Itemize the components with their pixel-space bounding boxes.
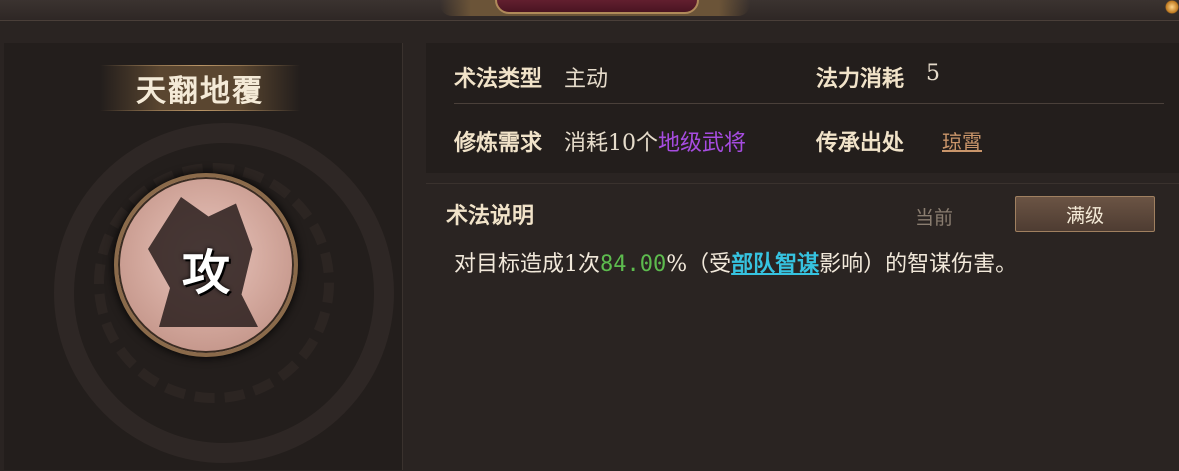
- skill-emblem-icon: 攻: [114, 173, 298, 357]
- origin-label: 传承出处: [816, 130, 905, 156]
- skill-info-panel: 术法类型 主动 法力消耗 5 修炼需求 消耗10个地级武将 传承出处 琼霄: [426, 43, 1179, 173]
- desc-part1: 对目标造成1次: [454, 252, 600, 277]
- type-label: 术法类型: [454, 66, 543, 92]
- description-panel: 术法说明 当前 满级 对目标造成1次84.00%（受部队智谋影响）的智谋伤害。: [426, 183, 1179, 471]
- tab-max-level[interactable]: 满级: [1015, 196, 1155, 232]
- train-label: 修炼需求: [454, 130, 543, 156]
- train-value-prefix: 消耗10个: [564, 131, 658, 156]
- tab-current[interactable]: 当前: [896, 198, 972, 234]
- cost-value: 5: [926, 61, 940, 86]
- info-row-train-origin: 修炼需求 消耗10个地级武将 传承出处 琼霄: [454, 107, 1164, 167]
- type-value: 主动: [564, 67, 609, 92]
- info-row-type-cost: 术法类型 主动 法力消耗 5: [454, 43, 1164, 104]
- skill-name: 天翻地覆: [136, 74, 264, 109]
- origin-link[interactable]: 琼霄: [942, 126, 982, 155]
- train-value: 消耗10个地级武将: [564, 125, 746, 157]
- desc-part3: 影响）的智谋伤害。: [819, 252, 1018, 277]
- skill-portrait-panel: 天翻地覆 攻: [4, 43, 403, 470]
- skill-category-char: 攻: [181, 245, 230, 301]
- description-title: 术法说明: [446, 203, 535, 229]
- desc-value: 84.00: [600, 252, 667, 277]
- desc-link-troop-intellect[interactable]: 部队智谋: [731, 251, 819, 277]
- cost-label: 法力消耗: [816, 66, 905, 92]
- desc-part2: %（受: [666, 252, 732, 277]
- description-text: 对目标造成1次84.00%（受部队智谋影响）的智谋伤害。: [454, 246, 1017, 278]
- skill-name-plate: 天翻地覆: [100, 65, 300, 111]
- train-value-highlight: 地级武将: [658, 131, 747, 156]
- spark-icon: [1165, 0, 1179, 14]
- top-title-plate: [495, 0, 699, 14]
